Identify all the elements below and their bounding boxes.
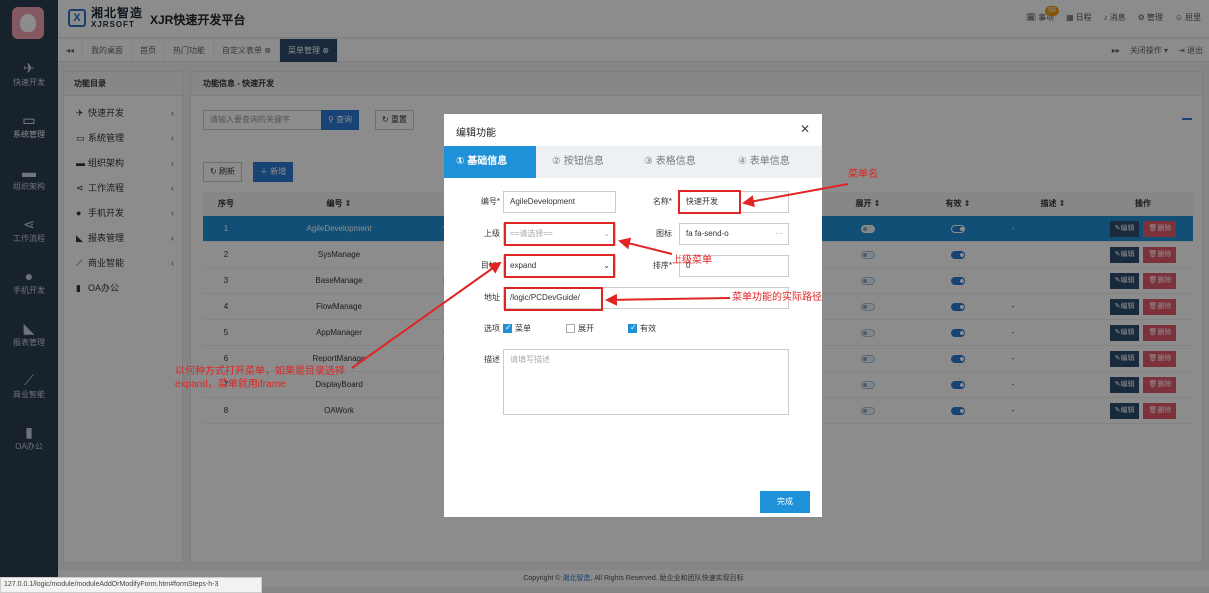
edit-function-dialog: 编辑功能 ✕ ① 基础信息 ② 按钮信息 ③ 表格信息 ④ 表单信息 编号* A… [444,114,822,517]
parent-label: 上级 [484,229,500,238]
option-valid[interactable]: 有效 [628,322,656,335]
step-basic-info[interactable]: ① 基础信息 [444,146,536,178]
code-label: 编号* [480,197,500,206]
dialog-title: 编辑功能 [456,128,496,139]
sort-label: 排序* [652,261,672,270]
url-label: 地址 [484,293,500,302]
icon-field[interactable]: fa fa-send-o ··· [679,223,789,245]
highlight-url-field [504,287,603,311]
step-table-info[interactable]: ③ 表格信息 [644,146,696,178]
name-label: 名称* [652,197,672,206]
highlight-parent-field [504,222,615,246]
icon-label: 图标 [656,229,672,238]
form-steps: ① 基础信息 ② 按钮信息 ③ 表格信息 ④ 表单信息 [444,146,822,178]
more-icon[interactable]: ··· [775,224,783,244]
done-button[interactable]: 完成 [760,491,810,513]
highlight-name-field [678,190,741,214]
annotation-path: 菜单功能的实际路径 [732,292,822,303]
desc-label: 描述 [484,355,500,364]
highlight-target-field [504,254,615,278]
options-label: 选项 [484,324,500,333]
valid-checkbox[interactable] [628,322,637,334]
step-button-info[interactable]: ② 按钮信息 [552,146,604,178]
annotation-target-line1: 以何种方式打开菜单，如果是目录选择 [175,366,345,377]
annotation-target-line2: expand，菜单就用iframe [175,379,286,390]
annotation-menu-name: 菜单名 [848,169,878,180]
expand-checkbox[interactable] [566,324,575,334]
annotation-parent-menu: 上级菜单 [672,255,712,266]
desc-textarea[interactable]: 请填写描述 [503,349,789,415]
browser-status-url: 127.0.0.1/logic/module/moduleAddOrModify… [0,577,262,593]
option-expand[interactable]: 展开 [566,323,594,335]
code-field[interactable]: AgileDevelopment [503,191,616,213]
option-menu[interactable]: 菜单 [503,322,531,335]
step-form-info[interactable]: ④ 表单信息 [738,146,790,178]
close-icon[interactable]: ✕ [800,122,810,136]
target-label: 目标* [480,261,500,270]
menu-checkbox[interactable] [503,322,512,334]
